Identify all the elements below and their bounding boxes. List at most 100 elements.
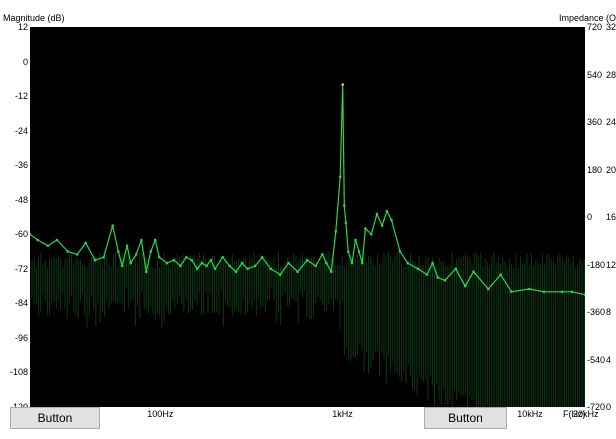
data-point (375, 212, 379, 216)
right-tick-label-phase: 540 (587, 69, 603, 80)
right-tick-label-impedance: 12 (606, 259, 616, 270)
data-point (472, 270, 475, 273)
left-tick-label: -96 (14, 332, 28, 343)
data-point (209, 258, 213, 262)
x-tick-label: 10kHz (517, 409, 543, 419)
data-point (364, 227, 367, 230)
data-point (463, 284, 467, 288)
data-point (287, 261, 290, 265)
left-tick-label: -12 (14, 91, 28, 102)
data-point (360, 261, 364, 265)
data-point (228, 264, 231, 268)
right-tick-label-impedance: 8 (606, 307, 612, 317)
right-tick-label-phase: -540 (587, 354, 606, 365)
x-tick-label: 100Hz (147, 409, 174, 419)
data-point (528, 287, 531, 291)
data-point (129, 261, 132, 265)
data-point (370, 233, 373, 236)
data-point (436, 276, 440, 279)
data-point (179, 264, 182, 268)
data-point (344, 221, 348, 225)
data-point (425, 273, 429, 276)
data-point (330, 270, 333, 273)
data-point (305, 258, 309, 262)
data-point (314, 264, 318, 268)
right-tick-label-impedance: 32 (606, 22, 616, 32)
data-point (487, 287, 490, 291)
right-button[interactable]: Button (424, 407, 507, 429)
right-tick-label-impedance: 20 (606, 164, 616, 175)
left-tick-label: -60 (14, 229, 28, 240)
data-point (117, 250, 120, 253)
data-point (385, 209, 389, 213)
data-point (350, 261, 354, 265)
data-point (240, 261, 244, 265)
left-tick-label: -48 (14, 194, 28, 205)
data-point (205, 264, 208, 268)
data-point (221, 256, 224, 259)
data-point (357, 250, 361, 253)
data-point (570, 290, 574, 294)
data-point (278, 273, 282, 276)
data-point (443, 279, 447, 282)
data-point (246, 267, 249, 271)
data-point (140, 238, 143, 242)
right-tick-label-impedance: 0 (606, 402, 612, 412)
right-tick-label-impedance: 16 (606, 212, 616, 222)
data-point (398, 250, 402, 253)
response-chart (28, 83, 587, 407)
data-point (354, 238, 357, 242)
data-point (416, 267, 420, 271)
data-point (120, 264, 124, 268)
data-point (165, 261, 169, 265)
right-tick-label-phase: -180 (587, 259, 606, 270)
left-button[interactable]: Button (10, 407, 100, 429)
data-point (190, 258, 194, 262)
right-tick-label-phase: 360 (587, 117, 603, 127)
data-point (343, 204, 346, 207)
left-tick-label: -108 (9, 367, 28, 378)
data-point (321, 253, 324, 256)
x-axis-label: F(Hz) (563, 409, 586, 419)
data-point (296, 270, 300, 273)
data-point (195, 267, 199, 271)
data-point (334, 230, 338, 233)
left-tick-label: 12 (17, 22, 28, 32)
left-tick-label: -84 (14, 298, 28, 309)
data-point (75, 253, 79, 256)
data-point (510, 290, 513, 294)
analyzer-window: Magnitude (dB) Impedance (O 12 0 -12 -24 -36… (0, 0, 616, 439)
data-point (145, 270, 148, 273)
data-point (158, 256, 161, 259)
data-point (36, 238, 39, 242)
data-point (380, 224, 384, 227)
data-point (338, 175, 342, 178)
data-point (185, 256, 188, 259)
right-tick-label-impedance: 24 (606, 117, 616, 127)
data-point (325, 261, 328, 265)
data-point (66, 250, 70, 253)
data-point (341, 83, 345, 86)
data-point (346, 250, 350, 253)
data-point (542, 290, 546, 294)
right-tick-label-impedance: 4 (606, 354, 612, 365)
data-point (55, 238, 59, 242)
right-tick-label-phase: 0 (587, 212, 593, 222)
data-point (454, 267, 458, 271)
data-point (153, 238, 157, 242)
data-point (253, 264, 257, 268)
data-point (213, 267, 217, 271)
data-point (260, 256, 264, 259)
left-tick-label: -72 (14, 263, 28, 274)
data-point (560, 290, 564, 294)
right-tick-label-impedance: 28 (606, 69, 616, 80)
x-tick-label: 1kHz (332, 409, 353, 419)
data-point (111, 224, 114, 227)
left-tick-label: -36 (14, 160, 28, 171)
data-point (200, 261, 204, 265)
data-point (269, 267, 272, 271)
data-point (46, 244, 50, 248)
data-point (84, 241, 87, 245)
right-tick-label-phase: 180 (587, 164, 603, 175)
data-point (172, 258, 176, 262)
